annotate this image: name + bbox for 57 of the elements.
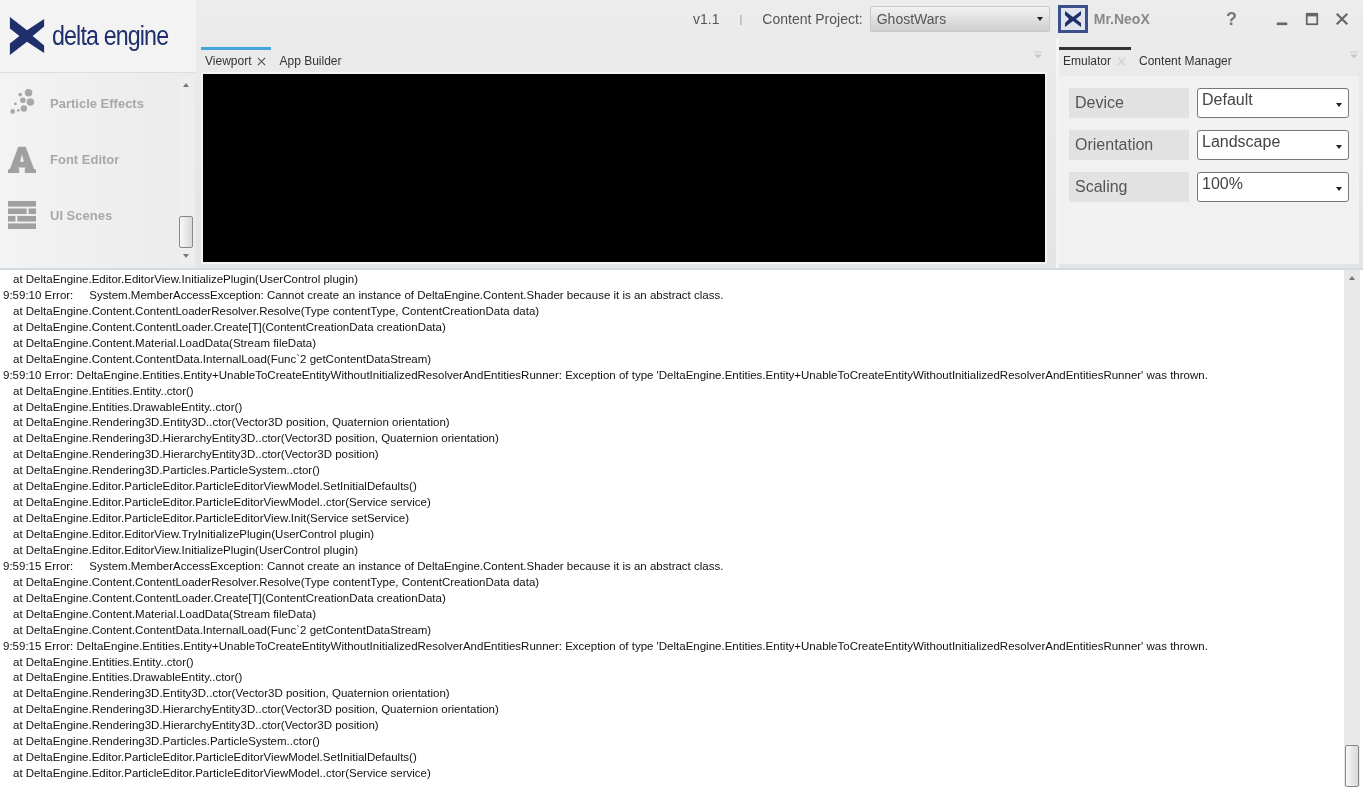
log-line: at DeltaEngine.Rendering3D.Particles.ParticleSystem..ctor() xyxy=(12,734,321,750)
project-label: Content Project: xyxy=(762,11,863,27)
log-line: at DeltaEngine.Content.ContentLoader.Create[T](ContentCreationData creationData) xyxy=(12,590,447,606)
log-line: at DeltaEngine.Rendering3D.HierarchyEntity3D..ctor(Vector3D position, Quaternion orientation) xyxy=(12,431,500,447)
log-line: at DeltaEngine.Entities.DrawableEntity..ctor() xyxy=(12,670,244,686)
project-dropdown[interactable]: GhostWars xyxy=(869,6,1050,32)
avatar-icon[interactable] xyxy=(1057,5,1088,33)
log-line: at DeltaEngine.Content.ContentLoaderResolver.Resolve(Type contentType, ContentCreationData data) xyxy=(12,574,541,590)
log-line: at DeltaEngine.Content.Material.LoadData(Stream fileData) xyxy=(12,335,317,351)
setting-label: Device xyxy=(1069,88,1189,118)
log-line: 9:59:10 Error: System.MemberAccessException: Cannot create an instance of DeltaEngine.Content.Shader because it is an abstract class. xyxy=(2,287,725,303)
log-line: at DeltaEngine.Editor.ParticleEditor.ParticleEditorView.Init(Service setService) xyxy=(12,511,411,527)
log-line: at DeltaEngine.Editor.ParticleEditor.ParticleEditorViewModel.SetInitialDefaults() xyxy=(12,750,418,766)
log-line: at DeltaEngine.Entities.DrawableEntity..ctor() xyxy=(12,399,244,415)
grid-icon xyxy=(8,201,36,229)
log-line: at DeltaEngine.Content.Material.LoadData(Stream fileData) xyxy=(12,606,317,622)
log-line: at DeltaEngine.Content.ContentLoader.Create[T](ContentCreationData creationData) xyxy=(12,319,447,335)
maximize-icon[interactable] xyxy=(1305,12,1319,26)
scrollbar[interactable] xyxy=(1344,270,1360,787)
log-line: 9:59:10 Error: DeltaEngine.Entities.Entity+UnableToCreateEntityWithoutInitializedResolverAndEntitiesRunner: Exception of type 'DeltaEngine.Entities.Entity+UnableToCreateEntityWithoutInitializedResolverAndEntitiesRunner' was thrown. xyxy=(2,367,1209,383)
log-line: at DeltaEngine.Editor.ParticleEditor.ParticleEditorViewModel..ctor(Service service) xyxy=(12,495,432,511)
log-line: at DeltaEngine.Rendering3D.Entity3D..ctor(Vector3D position, Quaternion orientation) xyxy=(12,686,451,702)
setting-dropdown[interactable]: 100% xyxy=(1197,172,1349,202)
log-line: at DeltaEngine.Rendering3D.HierarchyEntity3D..ctor(Vector3D position, Quaternion orientation) xyxy=(12,702,500,718)
log-line: at DeltaEngine.Content.ContentLoaderResolver.Resolve(Type contentType, ContentCreationData data) xyxy=(12,303,541,319)
log-line: at DeltaEngine.Editor.ParticleEditor.ParticleEditorViewModel..ctor(Service service) xyxy=(12,766,432,782)
separator: | xyxy=(739,13,743,25)
log-line: at DeltaEngine.Editor.EditorView.TryInitializePlugin(UserControl plugin) xyxy=(12,527,376,542)
setting-dropdown[interactable]: Default xyxy=(1197,88,1349,118)
log-line: 9:59:15 Error: System.MemberAccessException: Cannot create an instance of DeltaEngine.Content.Shader because it is an abstract class. xyxy=(2,558,725,574)
letter-icon xyxy=(8,145,36,173)
tab[interactable]: Content Manager xyxy=(1135,47,1237,70)
tab[interactable]: App Builder xyxy=(275,47,347,70)
log-line: at DeltaEngine.Rendering3D.HierarchyEntity3D..ctor(Vector3D position) xyxy=(12,447,380,463)
log-line: at DeltaEngine.Rendering3D.Entity3D..ctor(Vector3D position, Quaternion orientation) xyxy=(12,415,451,431)
log-line: at DeltaEngine.Editor.EditorView.InitializePlugin(UserControl plugin) xyxy=(12,272,359,287)
help-button[interactable]: ? xyxy=(1226,8,1237,30)
log-line: at DeltaEngine.Entities.Entity..ctor() xyxy=(12,383,195,399)
close-icon[interactable] xyxy=(257,56,267,66)
log-line: at DeltaEngine.Entities.Entity..ctor() xyxy=(12,654,195,670)
log-line: at DeltaEngine.Editor.EditorView.InitializePlugin(UserControl plugin) xyxy=(12,542,359,558)
logo-icon xyxy=(8,15,46,57)
log-line: at DeltaEngine.Content.ContentData.InternalLoad(Func`2 getContentDataStream) xyxy=(12,622,433,638)
log-line: at DeltaEngine.Editor.ParticleEditor.ParticleEditorViewModel.SetInitialDefaults() xyxy=(12,479,418,495)
version-label: v1.1 xyxy=(693,11,720,27)
log-line: at DeltaEngine.Rendering3D.Particles.ParticleSystem..ctor() xyxy=(12,463,321,479)
log-line: at DeltaEngine.Content.ContentData.InternalLoad(Func`2 getContentDataStream) xyxy=(12,351,433,367)
log-line: 9:59:15 Error: DeltaEngine.Entities.Entity+UnableToCreateEntityWithoutInitializedResolverAndEntitiesRunner: Exception of type 'DeltaEngine.Entities.Entity+UnableToCreateEntityWithoutInitializedResolverAndEntitiesRunner' was thrown. xyxy=(2,638,1209,654)
setting-dropdown[interactable]: Landscape xyxy=(1197,130,1349,160)
setting-label: Orientation xyxy=(1069,130,1189,160)
logo-text: delta engine xyxy=(52,20,169,52)
particles-icon xyxy=(8,89,36,117)
tab[interactable]: Emulator xyxy=(1059,47,1132,70)
setting-label: Scaling xyxy=(1069,172,1189,202)
viewport[interactable] xyxy=(201,72,1047,264)
log-line: at DeltaEngine.Rendering3D.HierarchyEntity3D..ctor(Vector3D position) xyxy=(12,718,380,734)
close-icon[interactable] xyxy=(1335,12,1349,26)
